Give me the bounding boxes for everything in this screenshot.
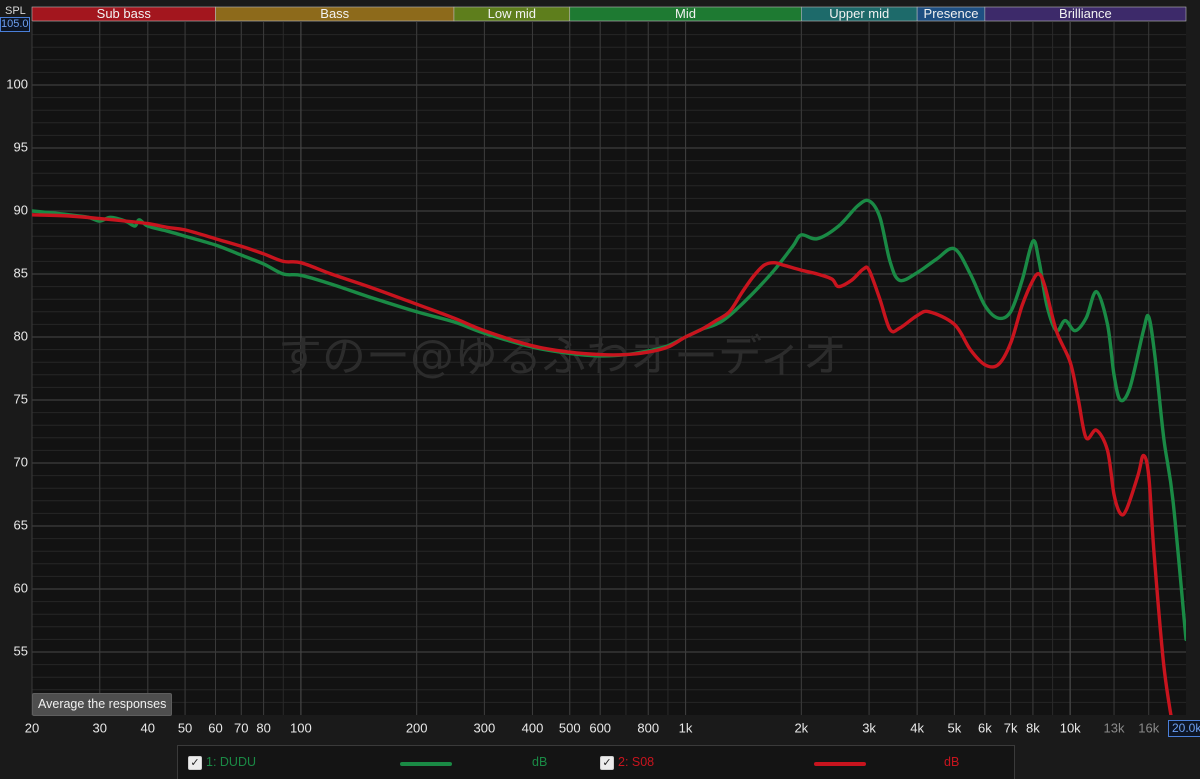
x-max-field[interactable]: 20.0k — [1168, 720, 1200, 737]
x-axis-ticks: 20 30 40 50 60 70 80 100 200 300 400 500 600 800 1k 2k 3… — [25, 720, 1160, 735]
y-axis-label: SPL — [5, 5, 26, 17]
y-axis-ticks: 55 60 65 70 75 80 85 90 95 100 — [6, 76, 28, 658]
y-max-field[interactable]: 105.00 — [0, 17, 30, 32]
checkbox-icon[interactable]: ✓ — [600, 756, 614, 770]
y-tick-label: 80 — [14, 328, 28, 343]
band-label: Low mid — [488, 6, 536, 21]
x-tick-label: 4k — [910, 720, 924, 735]
y-tick-label: 70 — [14, 454, 28, 469]
frequency-band-bar: Sub bass Bass Low mid Mid Upper mid Presence B… — [31, 6, 1187, 22]
x-tick-label: 100 — [290, 720, 312, 735]
x-tick-label: 3k — [862, 720, 876, 735]
legend-line-swatch — [814, 762, 866, 766]
legend-line-swatch — [400, 762, 452, 766]
legend-unit: dB — [944, 755, 960, 769]
x-tick-label: 800 — [637, 720, 659, 735]
frequency-response-chart[interactable]: すのー@ゆるふわオーディオ Sub bass Bass Low mid Mid Uppe… — [0, 0, 1200, 778]
x-tick-label: 6k — [978, 720, 992, 735]
x-tick-label: 70 — [234, 720, 248, 735]
average-responses-button[interactable]: Average the responses — [32, 693, 173, 716]
x-tick-label: 1k — [679, 720, 693, 735]
legend-series-name: 2: S08 — [618, 755, 655, 769]
y-tick-label: 85 — [14, 265, 28, 280]
legend-series-name: 1: DUDU — [206, 755, 257, 769]
x-tick-label: 16k — [1138, 720, 1159, 735]
band-label: Brilliance — [1059, 6, 1112, 21]
band-label: Mid — [675, 6, 696, 21]
x-tick-label: 300 — [474, 720, 496, 735]
x-tick-label: 13k — [1104, 720, 1125, 735]
x-tick-label: 200 — [406, 720, 428, 735]
x-tick-label: 20 — [25, 720, 39, 735]
x-tick-label: 80 — [256, 720, 270, 735]
x-tick-label: 400 — [522, 720, 544, 735]
legend-unit: dB — [532, 755, 548, 769]
y-tick-label: 95 — [14, 139, 28, 154]
x-tick-label: 5k — [948, 720, 962, 735]
band-label: Upper mid — [829, 6, 889, 21]
legend: ✓ 1: DUDU dB ✓ 2: S08 dB — [177, 745, 1015, 779]
band-label: Sub bass — [97, 6, 152, 21]
y-tick-label: 75 — [14, 391, 28, 406]
band-label: Presence — [924, 6, 979, 21]
y-tick-label: 65 — [14, 517, 28, 532]
y-tick-label: 60 — [14, 580, 28, 595]
x-tick-label: 50 — [178, 720, 192, 735]
watermark: すのー@ゆるふわオーディオ — [278, 331, 847, 382]
x-tick-label: 600 — [589, 720, 611, 735]
x-tick-label: 10k — [1060, 720, 1081, 735]
x-tick-label: 8k — [1026, 720, 1040, 735]
x-tick-label: 60 — [208, 720, 222, 735]
checkbox-icon[interactable]: ✓ — [188, 756, 202, 770]
x-tick-label: 30 — [93, 720, 107, 735]
x-tick-label: 2k — [794, 720, 808, 735]
x-tick-label: 40 — [141, 720, 155, 735]
band-label: Bass — [320, 6, 349, 21]
x-tick-label: 7k — [1004, 720, 1018, 735]
y-tick-label: 100 — [6, 76, 28, 91]
x-tick-label: 500 — [559, 720, 581, 735]
y-tick-label: 90 — [14, 202, 28, 217]
y-tick-label: 55 — [14, 643, 28, 658]
